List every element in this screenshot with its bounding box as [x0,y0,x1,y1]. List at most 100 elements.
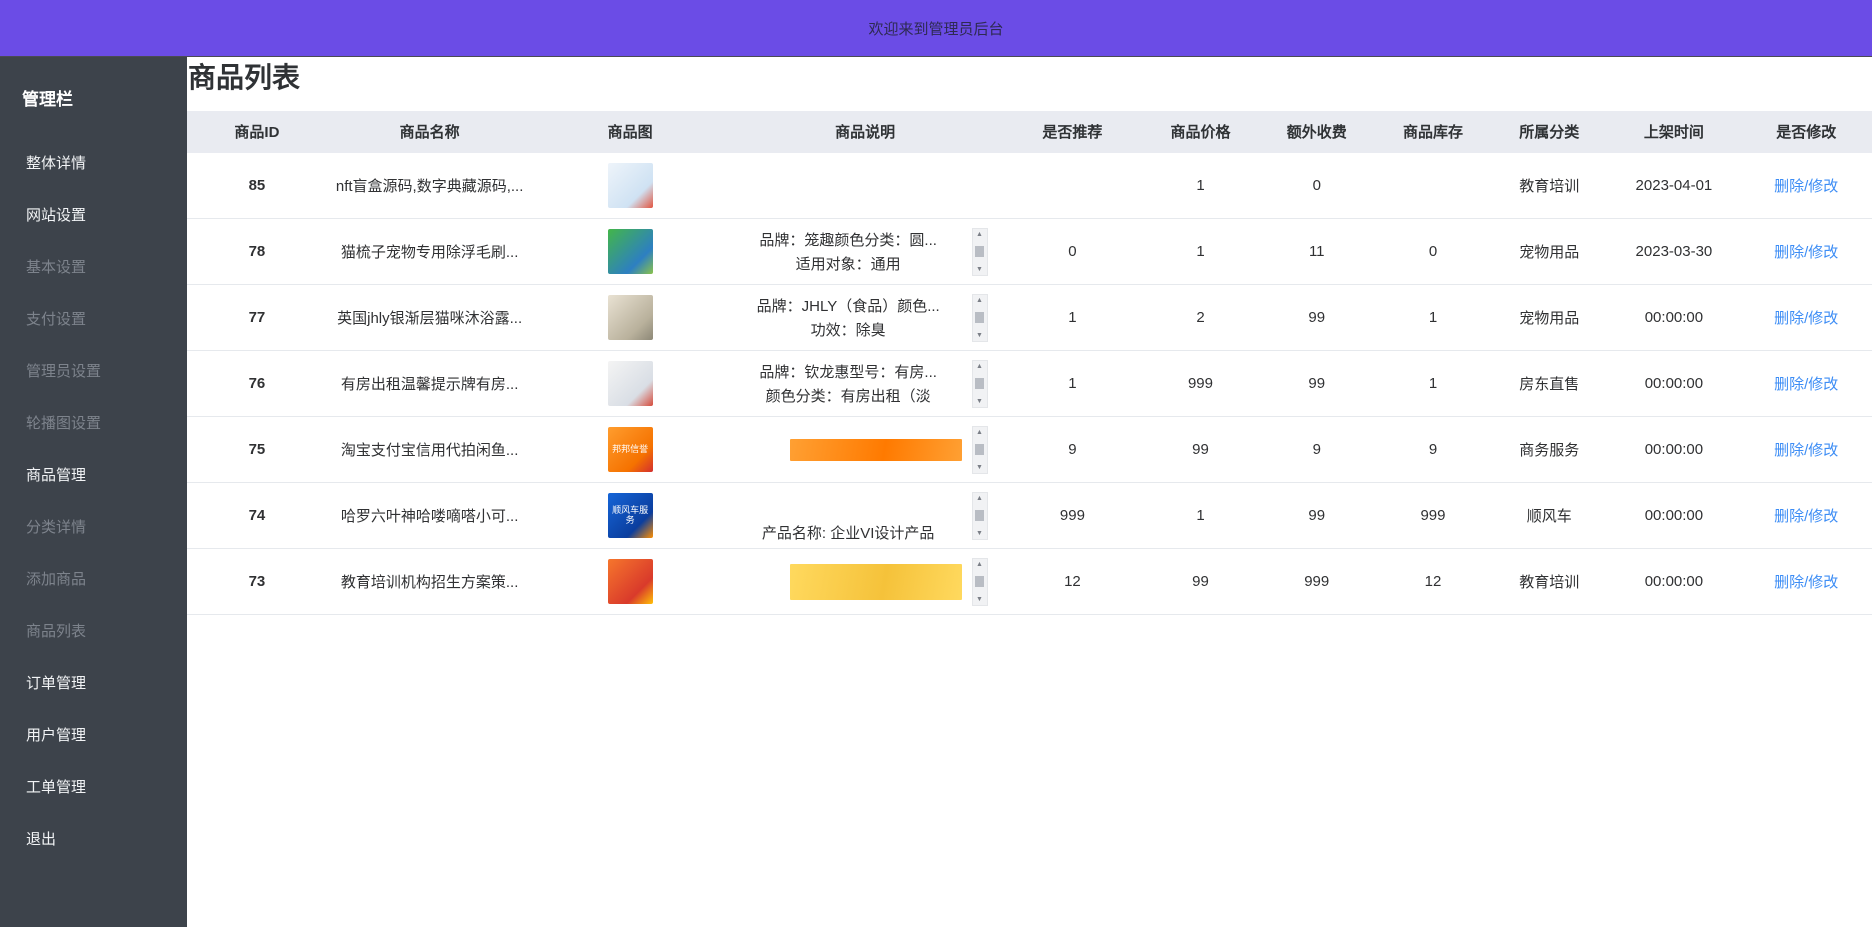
description-scrollbar[interactable]: ▲▼ [972,228,988,276]
product-description: ▲▼ [729,552,1002,612]
shelf-time: 00:00:00 [1607,285,1740,351]
scrollbar-thumb[interactable] [975,510,984,521]
description-line: 功效：除臭 [735,319,962,341]
action-cell: 删除/修改 [1740,351,1872,417]
description-scrollbar[interactable]: ▲▼ [972,426,988,474]
delete-edit-link[interactable]: 删除/修改 [1774,442,1838,459]
description-text [735,162,988,208]
shelf-time: 00:00:00 [1607,351,1740,417]
delete-edit-link[interactable]: 删除/修改 [1774,508,1838,525]
extra-fee: 99 [1259,351,1375,417]
sidebar-item-商品列表[interactable]: 商品列表 [0,604,187,656]
shelf-time: 2023-04-01 [1607,153,1740,219]
sidebar-item-订单管理[interactable]: 订单管理 [0,656,187,708]
description-scrollbar[interactable]: ▲▼ [972,360,988,408]
sidebar-item-添加商品[interactable]: 添加商品 [0,552,187,604]
description-text: 品牌：钦龙惠型号：有房...颜色分类：有房出租（淡 [735,361,962,407]
product-description-cell [728,153,1003,219]
welcome-text: 欢迎来到管理员后台 [868,18,1003,39]
product-price: 1 [1142,219,1258,285]
product-description [729,155,1002,215]
product-description: 产品名称: 企业VI设计产品▲▼ [729,486,1002,546]
sidebar-item-管理员设置[interactable]: 管理员设置 [0,344,187,396]
product-description-cell: ▲▼ [728,549,1003,615]
product-price: 1 [1142,153,1258,219]
product-description: 品牌：钦龙惠型号：有房...颜色分类：有房出租（淡▲▼ [729,354,1002,414]
scrollbar-thumb[interactable] [975,444,984,455]
is-recommended [1003,153,1143,219]
scroll-down-icon[interactable]: ▼ [976,464,983,471]
table-row: 78猫梳子宠物专用除浮毛刷...品牌：笼趣颜色分类：圆...适用对象：通用▲▼0… [187,219,1872,285]
product-image[interactable] [608,295,653,340]
description-scrollbar[interactable]: ▲▼ [972,558,988,606]
sidebar-item-轮播图设置[interactable]: 轮播图设置 [0,396,187,448]
sidebar-item-基本设置[interactable]: 基本设置 [0,240,187,292]
product-image[interactable] [608,163,653,208]
product-name: 淘宝支付宝信用代拍闲鱼... [327,417,533,483]
description-banner-image [790,564,962,600]
scroll-down-icon[interactable]: ▼ [976,332,983,339]
delete-edit-link[interactable]: 删除/修改 [1774,376,1838,393]
product-image[interactable] [608,229,653,274]
sidebar-item-用户管理[interactable]: 用户管理 [0,708,187,760]
scrollbar-thumb[interactable] [975,576,984,587]
description-scrollbar[interactable]: ▲▼ [972,294,988,342]
product-image[interactable] [608,361,653,406]
table-row: 76有房出租温馨提示牌有房...品牌：钦龙惠型号：有房...颜色分类：有房出租（… [187,351,1872,417]
action-cell: 删除/修改 [1740,417,1872,483]
page-layout: 管理栏 整体详情网站设置基本设置支付设置管理员设置轮播图设置商品管理分类详情添加… [0,57,1872,927]
scroll-up-icon[interactable]: ▲ [976,231,983,238]
scroll-up-icon[interactable]: ▲ [976,363,983,370]
product-image[interactable] [608,559,653,604]
product-image[interactable]: 邦邦信誉 [608,427,653,472]
delete-edit-link[interactable]: 删除/修改 [1774,178,1838,195]
delete-edit-link[interactable]: 删除/修改 [1774,244,1838,261]
scroll-up-icon[interactable]: ▲ [976,561,983,568]
product-table: 商品ID商品名称商品图商品说明是否推荐商品价格额外收费商品库存所属分类上架时间是… [187,111,1872,616]
column-header: 商品图 [532,111,727,153]
column-header: 是否修改 [1740,111,1872,153]
sidebar-item-整体详情[interactable]: 整体详情 [0,136,187,188]
table-header-row: 商品ID商品名称商品图商品说明是否推荐商品价格额外收费商品库存所属分类上架时间是… [187,111,1872,153]
column-header: 是否推荐 [1003,111,1143,153]
product-image-cell [532,549,727,615]
description-scrollbar[interactable]: ▲▼ [972,492,988,540]
sidebar-item-分类详情[interactable]: 分类详情 [0,500,187,552]
is-recommended: 12 [1003,549,1143,615]
product-category: 顺风车 [1491,483,1607,549]
scroll-down-icon[interactable]: ▼ [976,266,983,273]
product-stock: 1 [1375,351,1491,417]
product-id: 78 [187,219,327,285]
scroll-down-icon[interactable]: ▼ [976,596,983,603]
delete-edit-link[interactable]: 删除/修改 [1774,310,1838,327]
product-category: 教育培训 [1491,153,1607,219]
scroll-down-icon[interactable]: ▼ [976,530,983,537]
delete-edit-link[interactable]: 删除/修改 [1774,574,1838,591]
product-price: 99 [1142,417,1258,483]
scroll-down-icon[interactable]: ▼ [976,398,983,405]
sidebar-item-网站设置[interactable]: 网站设置 [0,188,187,240]
product-image[interactable]: 顺风车服务 [608,493,653,538]
scrollbar-thumb[interactable] [975,378,984,389]
product-name: 有房出租温馨提示牌有房... [327,351,533,417]
product-stock: 1 [1375,285,1491,351]
extra-fee: 9 [1259,417,1375,483]
scrollbar-thumb[interactable] [975,246,984,257]
description-line: 适用对象：通用 [735,253,962,275]
product-category: 宠物用品 [1491,285,1607,351]
sidebar-title: 管理栏 [0,57,187,114]
table-row: 85nft盲盒源码,数字典藏源码,...10教育培训2023-04-01删除/修… [187,153,1872,219]
sidebar-item-支付设置[interactable]: 支付设置 [0,292,187,344]
scroll-up-icon[interactable]: ▲ [976,429,983,436]
product-name: 猫梳子宠物专用除浮毛刷... [327,219,533,285]
sidebar-item-商品管理[interactable]: 商品管理 [0,448,187,500]
scroll-up-icon[interactable]: ▲ [976,495,983,502]
scroll-up-icon[interactable]: ▲ [976,297,983,304]
action-cell: 删除/修改 [1740,483,1872,549]
table-row: 75淘宝支付宝信用代拍闲鱼...邦邦信誉▲▼99999商务服务00:00:00删… [187,417,1872,483]
column-header: 商品库存 [1375,111,1491,153]
sidebar-item-工单管理[interactable]: 工单管理 [0,760,187,812]
description-text: 产品名称: 企业VI设计产品 [735,486,962,546]
sidebar-item-退出[interactable]: 退出 [0,812,187,864]
scrollbar-thumb[interactable] [975,312,984,323]
